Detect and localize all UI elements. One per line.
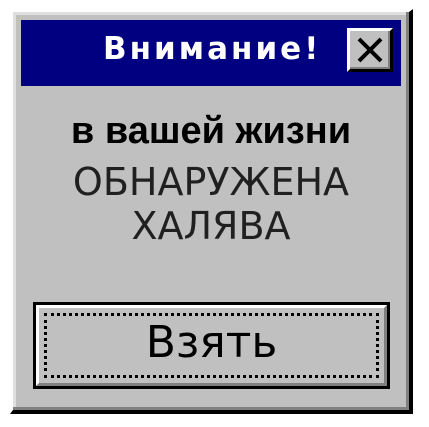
- close-icon: [357, 37, 383, 63]
- message-line-2: ОБНАРУЖЕНА: [72, 160, 350, 204]
- title-bar[interactable]: Внимание!: [21, 20, 401, 86]
- take-button-label: Взять: [145, 317, 278, 368]
- close-button[interactable]: [347, 28, 393, 72]
- take-button[interactable]: Взять: [33, 302, 390, 389]
- dialog-window: Внимание! в вашей жизни ОБНАРУЖЕНА ХАЛЯВ…: [10, 9, 413, 414]
- message-line-3: ХАЛЯВА: [131, 204, 291, 248]
- message-line-1: в вашей жизни: [70, 110, 352, 152]
- dialog-title: Внимание!: [103, 31, 322, 67]
